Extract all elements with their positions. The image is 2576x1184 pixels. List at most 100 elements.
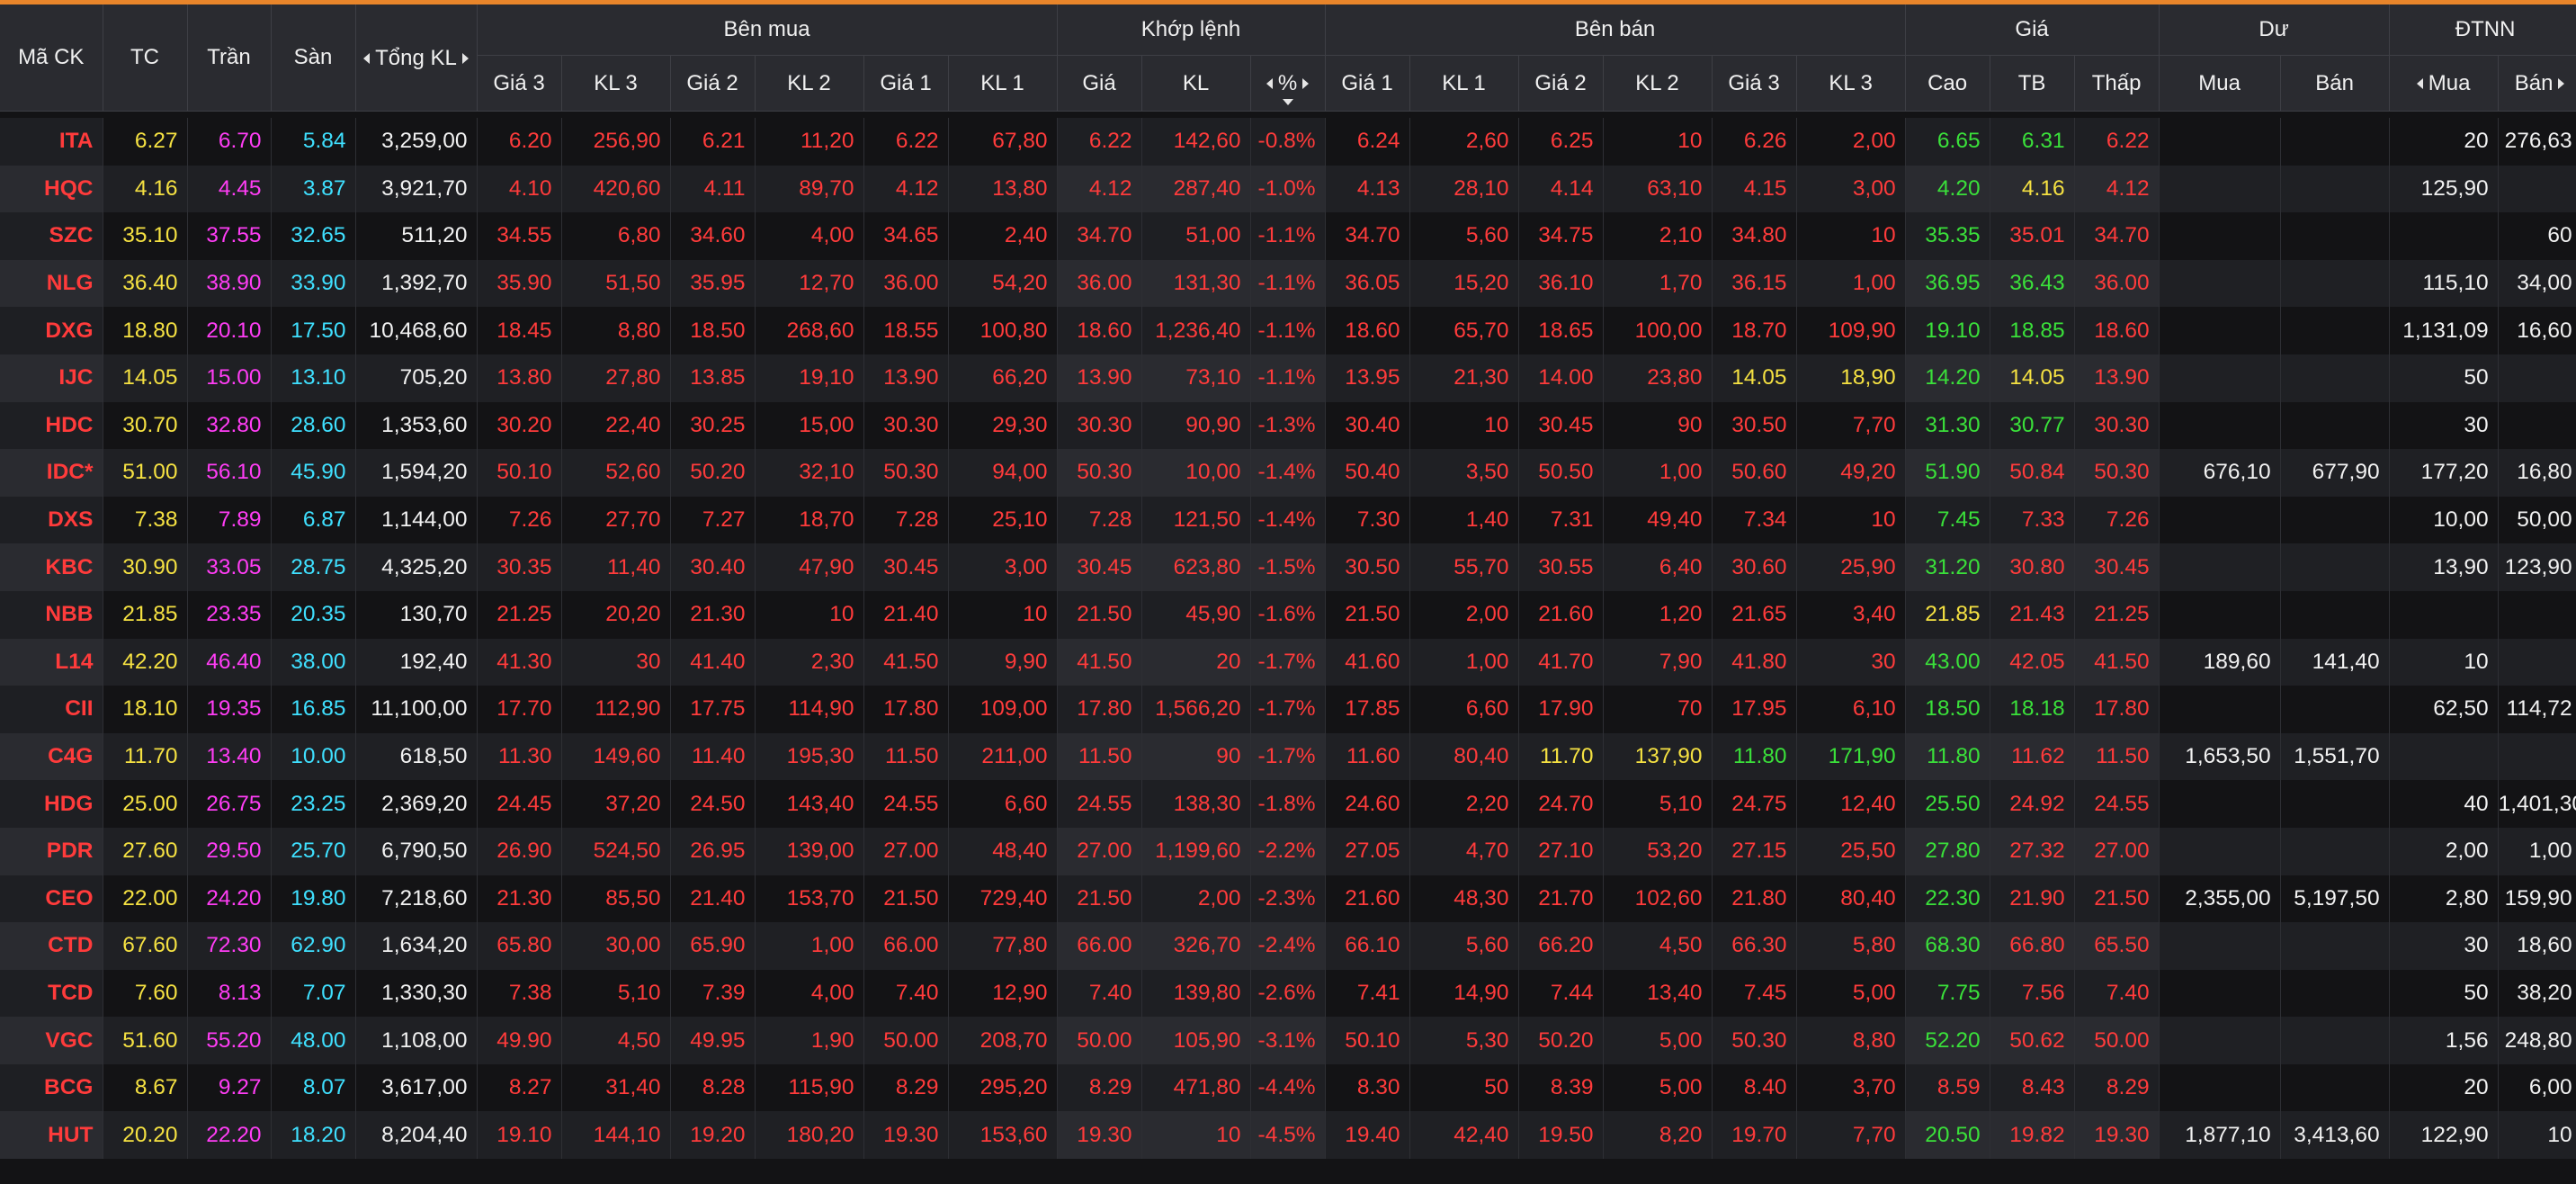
table-row[interactable]: IJC 14.05 15.00 13.10 705,20 13.80 27,80 13.85 1… xyxy=(0,354,2576,402)
table-row[interactable]: NBB 21.85 23.35 20.35 130,70 21.25 20,20 21.30 1… xyxy=(0,590,2576,639)
table-row[interactable]: HDC 30.70 32.80 28.60 1,353,60 30.20 22,40 30.2… xyxy=(0,401,2576,450)
cell-match-price: 6.22 xyxy=(1057,118,1142,166)
table-row[interactable]: SZC 35.10 37.55 32.65 511,20 34.55 6,80 34.60 4,… xyxy=(0,212,2576,260)
cell-total-vol: 6,790,50 xyxy=(355,827,478,875)
arrow-left-icon[interactable] xyxy=(2416,78,2423,89)
sort-desc-icon[interactable] xyxy=(1282,99,1293,105)
cell-match-pct: -1.3% xyxy=(1250,401,1326,450)
arrow-right-icon[interactable] xyxy=(2558,77,2565,89)
cell-match-pct: -2.4% xyxy=(1250,922,1326,970)
cell-symbol[interactable]: DXS xyxy=(0,496,103,544)
header-foreign-buy[interactable]: Mua xyxy=(2389,55,2499,112)
table-row[interactable]: ITA 6.27 6.70 5.84 3,259,00 6.20 256,90 6.21 11,… xyxy=(0,118,2576,166)
cell-symbol[interactable]: IJC xyxy=(0,354,103,402)
arrow-right-icon[interactable] xyxy=(461,52,469,64)
table-row[interactable]: KBC 30.90 33.05 28.75 4,325,20 30.35 11,40 30.4… xyxy=(0,543,2576,591)
cell-symbol[interactable]: HDG xyxy=(0,780,103,828)
header-match-pct[interactable]: % xyxy=(1250,55,1326,112)
table-row[interactable]: BCG 8.67 9.27 8.07 3,617,00 8.27 31,40 8.28 115,… xyxy=(0,1063,2576,1112)
table-row[interactable]: CTD 67.60 72.30 62.90 1,634,20 65.80 30,00 65.9… xyxy=(0,922,2576,970)
cell-symbol[interactable]: ITA xyxy=(0,118,103,166)
header-buy-p3[interactable]: Giá 3 xyxy=(477,55,562,112)
cell-ceil: 6.70 xyxy=(187,118,272,166)
header-total-vol[interactable]: Tổng KL xyxy=(355,4,478,112)
cell-symbol[interactable]: TCD xyxy=(0,969,103,1018)
cell-symbol[interactable]: VGC xyxy=(0,1017,103,1064)
cell-avg: 7.56 xyxy=(1990,969,2075,1018)
table-row[interactable]: HQC 4.16 4.45 3.87 3,921,70 4.10 420,60 4.11 89,… xyxy=(0,165,2576,213)
header-surplus-buy[interactable]: Mua xyxy=(2159,55,2281,112)
cell-symbol[interactable]: DXG xyxy=(0,307,103,354)
cell-symbol[interactable]: HUT xyxy=(0,1111,103,1160)
header-buy-v3[interactable]: KL 3 xyxy=(561,55,671,112)
cell-symbol[interactable]: SZC xyxy=(0,212,103,260)
header-sell-p1[interactable]: Giá 1 xyxy=(1325,55,1410,112)
table-row[interactable]: IDC* 51.00 56.10 45.90 1,594,20 50.10 52,60 50.… xyxy=(0,449,2576,497)
header-high[interactable]: Cao xyxy=(1905,55,1990,112)
table-row[interactable]: TCD 7.60 8.13 7.07 1,330,30 7.38 5,10 7.39 4,00 7… xyxy=(0,969,2576,1018)
table-row[interactable]: NLG 36.40 38.90 33.90 1,392,70 35.90 51,50 35.9… xyxy=(0,259,2576,308)
cell-symbol[interactable]: BCG xyxy=(0,1063,103,1112)
cell-buy-v1: 109,00 xyxy=(948,686,1058,733)
header-ref[interactable]: TC xyxy=(103,4,188,112)
cell-buy-p3: 6.20 xyxy=(477,118,562,166)
cell-buy-v2: 4,00 xyxy=(755,969,864,1018)
header-match-price[interactable]: Giá xyxy=(1057,55,1142,112)
cell-symbol[interactable]: CEO xyxy=(0,875,103,923)
header-buy-v1[interactable]: KL 1 xyxy=(948,55,1058,112)
cell-foreign-sell: 6,00 xyxy=(2498,1063,2576,1112)
header-buy-p2[interactable]: Giá 2 xyxy=(670,55,756,112)
table-row[interactable]: L14 42.20 46.40 38.00 192,40 41.30 30 41.40 2,30… xyxy=(0,638,2576,686)
cell-symbol[interactable]: CTD xyxy=(0,922,103,970)
header-low[interactable]: Thấp xyxy=(2074,55,2160,112)
cell-symbol[interactable]: HQC xyxy=(0,165,103,213)
cell-sell-p3: 18.70 xyxy=(1712,307,1797,354)
cell-ceil: 19.35 xyxy=(187,686,272,733)
table-row[interactable]: HUT 20.20 22.20 18.20 8,204,40 19.10 144,10 19.… xyxy=(0,1111,2576,1160)
table-row[interactable]: VGC 51.60 55.20 48.00 1,108,00 49.90 4,50 49.95… xyxy=(0,1017,2576,1064)
table-row[interactable]: HDG 25.00 26.75 23.25 2,369,20 24.45 37,20 24.5… xyxy=(0,780,2576,828)
cell-symbol[interactable]: C4G xyxy=(0,732,103,781)
table-row[interactable]: DXG 18.80 20.10 17.50 10,468,60 18.45 8,80 18.5… xyxy=(0,307,2576,354)
cell-buy-v1: 25,10 xyxy=(948,496,1058,544)
header-ceil[interactable]: Trần xyxy=(187,4,272,112)
cell-foreign-sell xyxy=(2498,165,2576,213)
header-sell-v2[interactable]: KL 2 xyxy=(1603,55,1713,112)
cell-symbol[interactable]: IDC* xyxy=(0,449,103,497)
cell-symbol[interactable]: CII xyxy=(0,686,103,733)
header-floor[interactable]: Sàn xyxy=(271,4,356,112)
table-row[interactable]: CII 18.10 19.35 16.85 11,100,00 17.70 112,90 17… xyxy=(0,686,2576,733)
arrow-left-icon[interactable] xyxy=(363,52,371,64)
cell-symbol[interactable]: PDR xyxy=(0,827,103,875)
header-sell-v3[interactable]: KL 3 xyxy=(1796,55,1906,112)
arrow-right-icon[interactable] xyxy=(1302,78,1310,89)
header-foreign-sell[interactable]: Bán xyxy=(2498,55,2576,112)
header-sell-v1[interactable]: KL 1 xyxy=(1409,55,1519,112)
cell-symbol[interactable]: HDC xyxy=(0,401,103,450)
cell-match-price: 41.50 xyxy=(1057,638,1142,686)
header-sell-p2[interactable]: Giá 2 xyxy=(1518,55,1604,112)
cell-sell-p2: 11.70 xyxy=(1518,732,1604,781)
cell-buy-p1: 34.65 xyxy=(863,212,949,260)
header-surplus-sell[interactable]: Bán xyxy=(2280,55,2390,112)
cell-symbol[interactable]: NBB xyxy=(0,590,103,639)
cell-buy-p3: 4.10 xyxy=(477,165,562,213)
header-buy-v2[interactable]: KL 2 xyxy=(755,55,864,112)
cell-buy-p2: 24.50 xyxy=(670,780,756,828)
header-avg[interactable]: TB xyxy=(1990,55,2075,112)
header-buy-p1[interactable]: Giá 1 xyxy=(863,55,949,112)
table-row[interactable]: CEO 22.00 24.20 19.80 7,218,60 21.30 85,50 21.4… xyxy=(0,875,2576,923)
header-symbol[interactable]: Mã CK xyxy=(0,4,103,112)
table-row[interactable]: DXS 7.38 7.89 6.87 1,144,00 7.26 27,70 7.27 18,7… xyxy=(0,496,2576,544)
cell-symbol[interactable]: KBC xyxy=(0,543,103,591)
cell-match-vol: 51,00 xyxy=(1141,212,1251,260)
table-row[interactable]: C4G 11.70 13.40 10.00 618,50 11.30 149,60 11.40… xyxy=(0,732,2576,781)
header-match-vol[interactable]: KL xyxy=(1141,55,1251,112)
table-row[interactable]: PDR 27.60 29.50 25.70 6,790,50 26.90 524,50 26.… xyxy=(0,827,2576,875)
arrow-left-icon[interactable] xyxy=(1266,78,1273,89)
cell-symbol[interactable]: L14 xyxy=(0,638,103,686)
cell-symbol[interactable]: NLG xyxy=(0,259,103,308)
cell-buy-p2: 11.40 xyxy=(670,732,756,781)
cell-surplus-buy xyxy=(2159,259,2281,308)
header-sell-p3[interactable]: Giá 3 xyxy=(1712,55,1797,112)
